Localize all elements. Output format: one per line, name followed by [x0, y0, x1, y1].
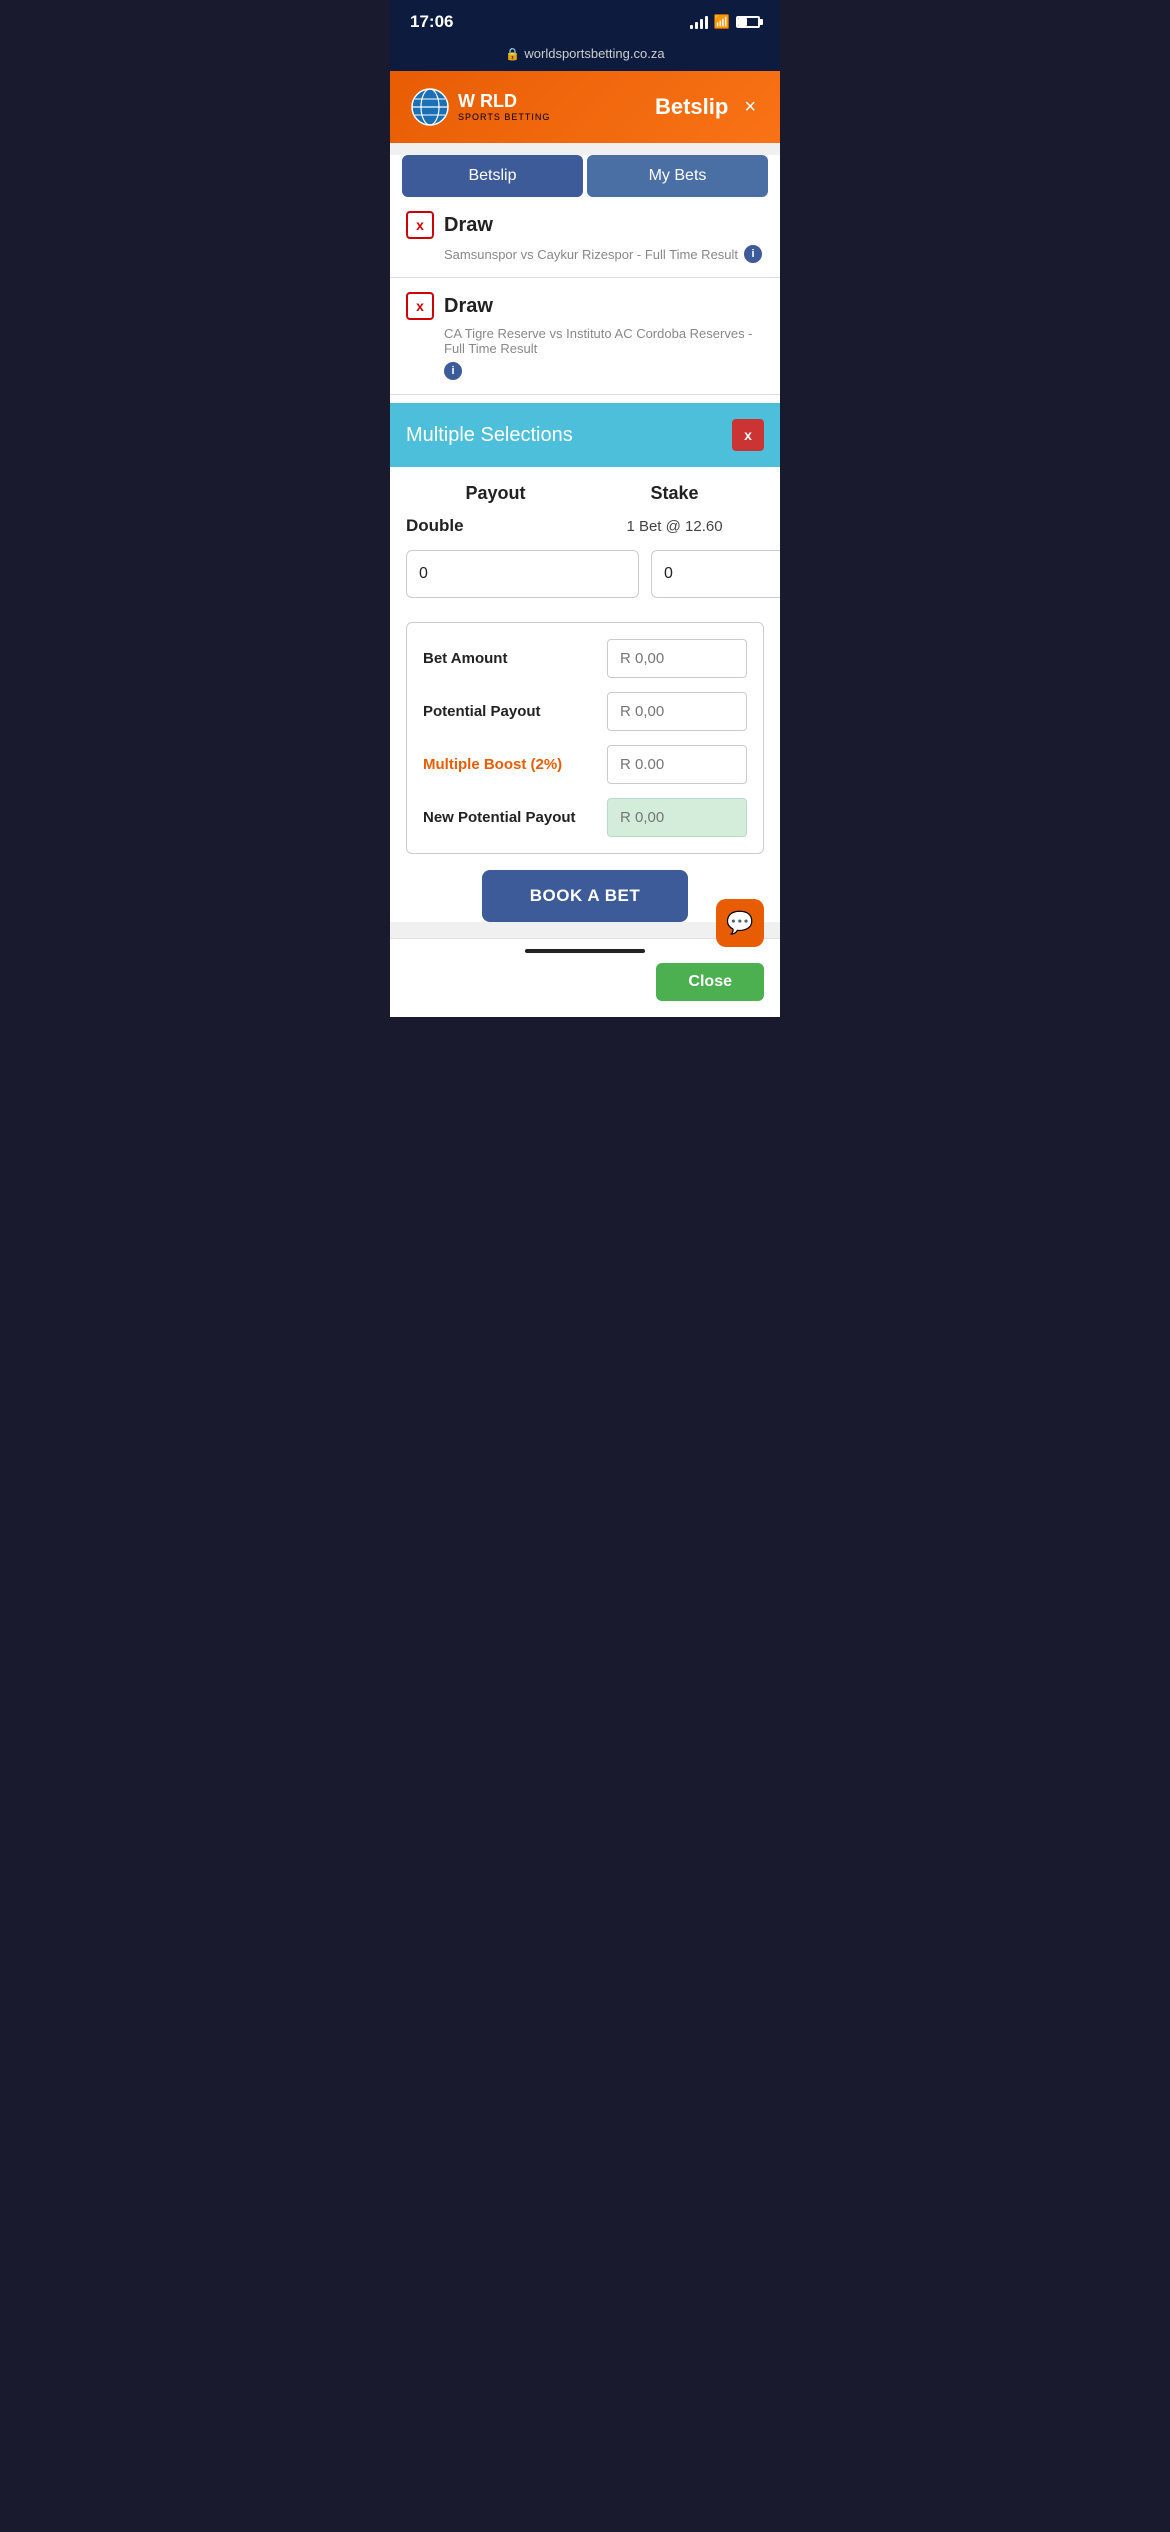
- new-potential-payout-input[interactable]: [607, 798, 747, 837]
- potential-payout-label: Potential Payout: [423, 703, 541, 720]
- multiple-selections-label: Multiple Selections: [406, 424, 573, 447]
- bet-2-match: CA Tigre Reserve vs Instituto AC Cordoba…: [444, 326, 764, 380]
- chat-icon: 💬: [726, 910, 753, 936]
- logo-text: W RLD: [458, 92, 550, 112]
- payout-input[interactable]: [406, 550, 639, 598]
- battery-icon: [736, 16, 760, 28]
- betslip-title: Betslip: [655, 94, 728, 120]
- book-bet-button[interactable]: BOOK A BET: [482, 870, 688, 922]
- logo-sub: SPORTS BETTING: [458, 112, 550, 122]
- logo-area: W RLD SPORTS BETTING: [410, 87, 550, 127]
- stake-header: Stake: [585, 483, 764, 504]
- bet-2-match-text: CA Tigre Reserve vs Instituto AC Cordoba…: [444, 326, 764, 356]
- tab-my-bets[interactable]: My Bets: [587, 155, 768, 197]
- payout-header: Payout: [406, 483, 585, 504]
- payout-stake-header: Payout Stake: [390, 467, 780, 512]
- multiple-selections-bar: Multiple Selections x: [390, 403, 780, 467]
- status-icons: 📶: [690, 14, 760, 30]
- multiple-selections-close-button[interactable]: x: [732, 419, 764, 451]
- close-bottom-button[interactable]: Close: [656, 963, 764, 1001]
- header-right: Betslip ×: [655, 92, 760, 123]
- bet-item-1-header: x Draw: [406, 211, 764, 239]
- url-text: worldsportsbetting.co.za: [524, 46, 664, 61]
- stake-input[interactable]: [651, 550, 780, 598]
- bet-item-2-header: x Draw: [406, 292, 764, 320]
- home-indicator: [525, 949, 645, 953]
- bet-2-info-icon[interactable]: i: [444, 362, 462, 380]
- bet-1-match: Samsunspor vs Caykur Rizespor - Full Tim…: [444, 245, 764, 263]
- status-time: 17:06: [410, 12, 453, 32]
- remove-bet-1-button[interactable]: x: [406, 211, 434, 239]
- remove-bet-2-button[interactable]: x: [406, 292, 434, 320]
- bet-1-info-icon[interactable]: i: [744, 245, 762, 263]
- status-bar: 17:06 📶: [390, 0, 780, 40]
- multiple-boost-row: Multiple Boost (2%): [423, 745, 747, 784]
- summary-box: Bet Amount Potential Payout Multiple Boo…: [406, 622, 764, 854]
- double-value: 1 Bet @ 12.60: [585, 518, 764, 535]
- potential-payout-row: Potential Payout: [423, 692, 747, 731]
- lock-icon: 🔒: [505, 47, 520, 61]
- close-header-button[interactable]: ×: [740, 92, 760, 123]
- new-potential-payout-label: New Potential Payout: [423, 809, 576, 826]
- browser-bar: 🔒 worldsportsbetting.co.za: [390, 40, 780, 71]
- main-content: Betslip My Bets x Draw Samsunspor vs Cay…: [390, 155, 780, 922]
- signal-bars-icon: [690, 15, 708, 29]
- bet-item-1: x Draw Samsunspor vs Caykur Rizespor - F…: [390, 197, 780, 278]
- bet-1-selection: Draw: [444, 214, 493, 237]
- bet-amount-input[interactable]: [607, 639, 747, 678]
- tab-bar: Betslip My Bets: [402, 155, 768, 197]
- bet-item-2: x Draw CA Tigre Reserve vs Instituto AC …: [390, 278, 780, 395]
- bottom-bar: Close: [390, 938, 780, 1017]
- bet-amount-row: Bet Amount: [423, 639, 747, 678]
- tab-betslip[interactable]: Betslip: [402, 155, 583, 197]
- bet-amount-label: Bet Amount: [423, 650, 507, 667]
- logo-text-span: W RLD: [458, 91, 517, 111]
- wifi-icon: 📶: [714, 14, 730, 30]
- bet-2-selection: Draw: [444, 295, 493, 318]
- new-potential-payout-row: New Potential Payout: [423, 798, 747, 837]
- app-header: W RLD SPORTS BETTING Betslip ×: [390, 71, 780, 143]
- chat-fab-button[interactable]: 💬: [716, 899, 764, 947]
- potential-payout-input[interactable]: [607, 692, 747, 731]
- multiple-boost-label: Multiple Boost (2%): [423, 756, 562, 773]
- double-row: Double 1 Bet @ 12.60: [390, 512, 780, 544]
- multiple-boost-input[interactable]: [607, 745, 747, 784]
- remove-bet-1-label: x: [416, 217, 424, 233]
- bet-1-match-text: Samsunspor vs Caykur Rizespor - Full Tim…: [444, 247, 738, 262]
- double-label: Double: [406, 516, 585, 536]
- payout-stake-input-row: [390, 544, 780, 614]
- browser-url: 🔒 worldsportsbetting.co.za: [505, 46, 664, 61]
- remove-bet-2-label: x: [416, 298, 424, 314]
- phone-frame: 17:06 📶 🔒 worldsportsbetting.co.za: [390, 0, 780, 1017]
- globe-icon: [410, 87, 450, 127]
